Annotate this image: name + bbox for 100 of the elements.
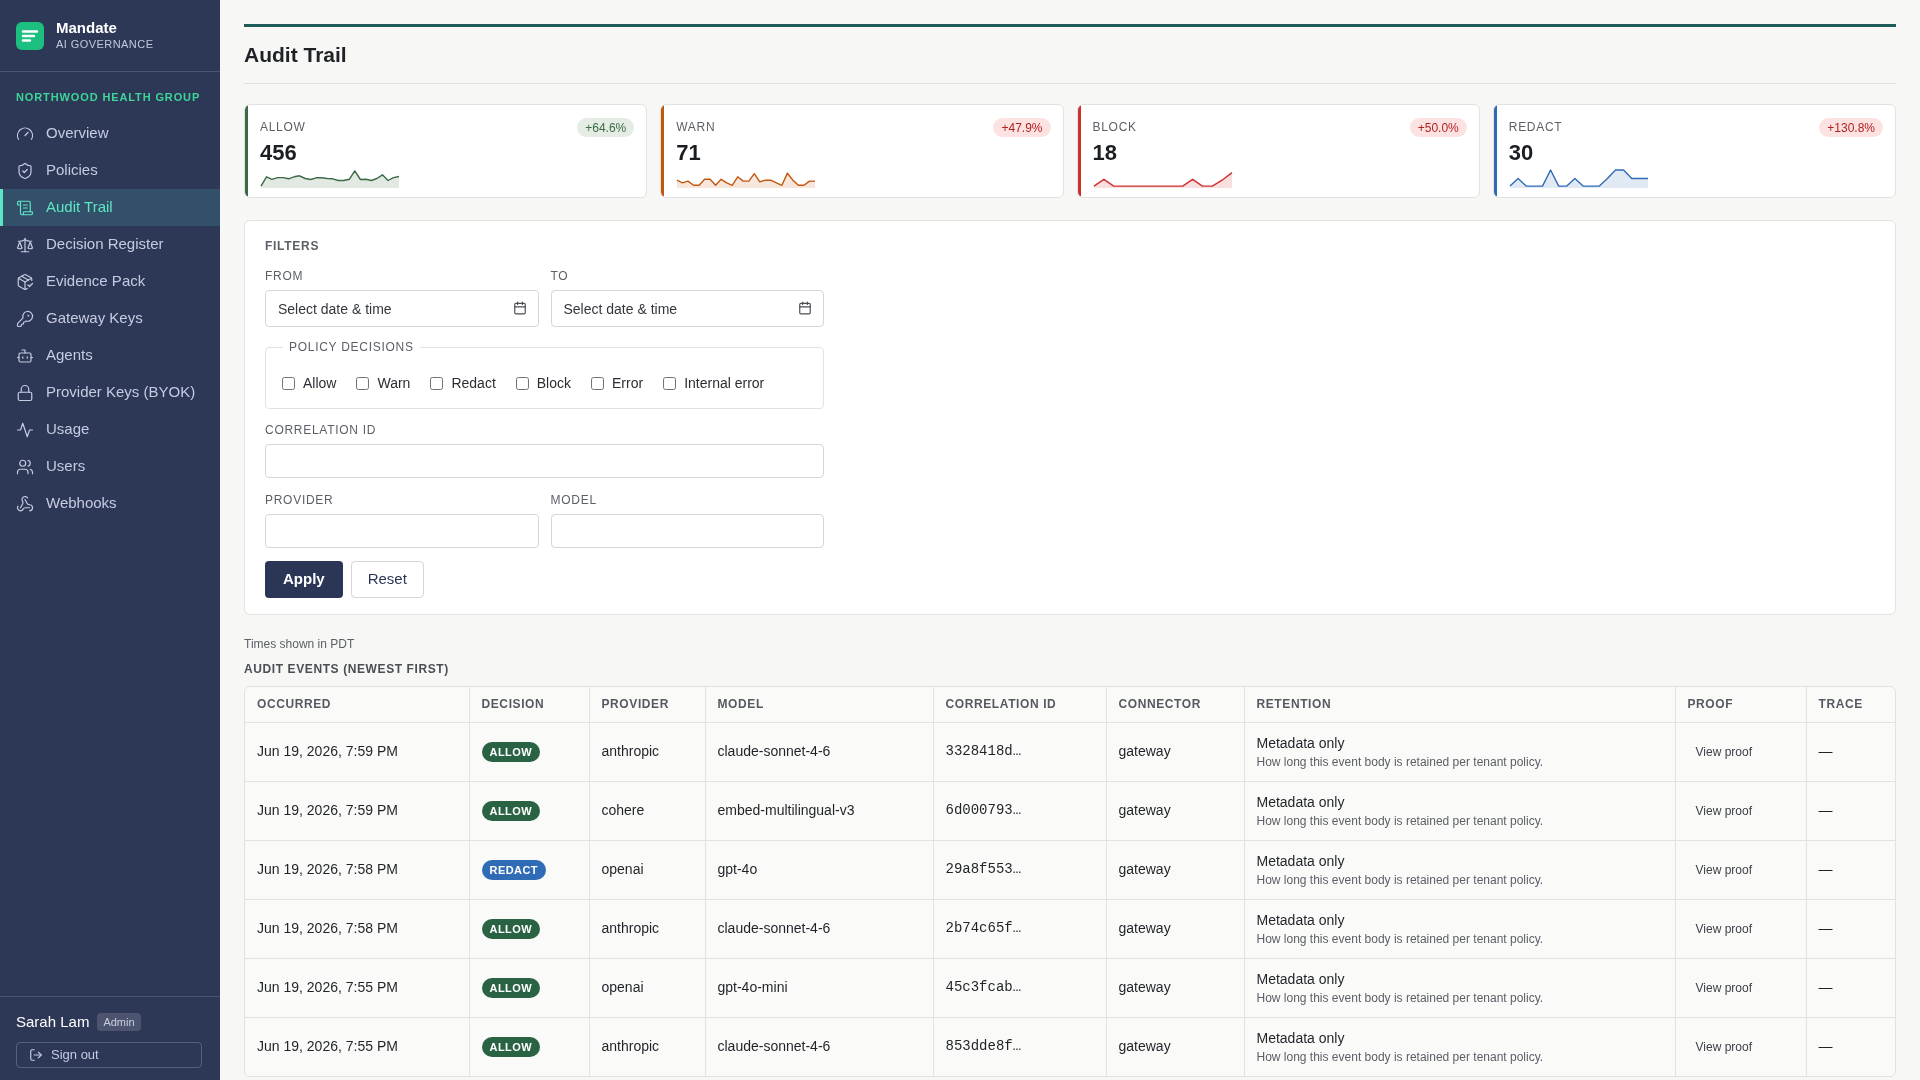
org-name: NORTHWOOD HEALTH GROUP: [15, 90, 202, 104]
checkbox[interactable]: [515, 377, 529, 390]
table-cell: —: [1806, 722, 1895, 781]
stat-value: 30: [1508, 139, 1535, 167]
view-proof-link[interactable]: View proof: [1687, 738, 1760, 765]
stat-value: 18: [1092, 139, 1118, 167]
webhook-icon: [16, 494, 34, 513]
column-header: CONNECTOR: [1106, 687, 1244, 722]
checkbox[interactable]: [591, 377, 604, 390]
checkbox-label: Error: [612, 374, 644, 393]
nav-item[interactable]: Evidence Pack: [0, 263, 220, 300]
key-icon: [16, 309, 34, 328]
decision-badge: ALLOW: [481, 978, 541, 999]
field-label: MODEL: [550, 492, 598, 508]
nav-item[interactable]: Overview: [0, 115, 220, 152]
table-cell: 2b74c65f…: [933, 899, 1106, 958]
table-cell: claude-sonnet-4-6: [705, 722, 933, 781]
text-field[interactable]: [265, 514, 539, 548]
table-cell: 853dde8f…: [933, 1017, 1106, 1076]
trend-badge: +64.6%: [577, 118, 635, 137]
view-proof-link[interactable]: View proof: [1687, 915, 1760, 942]
retention-title: Metadata only: [1256, 851, 1346, 870]
retention-note: How long this event body is retained per tenant policy.: [1256, 813, 1545, 829]
table-cell: Jun 19, 2026, 7:59 PM: [245, 781, 469, 840]
checkbox-label: Block: [536, 374, 571, 393]
field-label: TO: [550, 268, 570, 284]
nav-item[interactable]: Policies: [0, 152, 220, 189]
view-proof-link[interactable]: View proof: [1687, 974, 1760, 1001]
column-header: PROOF: [1675, 687, 1806, 722]
retention-title: Metadata only: [1256, 733, 1346, 752]
user-name: Sarah Lam: [16, 1011, 90, 1032]
checkbox[interactable]: [430, 377, 444, 390]
nav-item[interactable]: Decision Register: [0, 226, 220, 263]
table-cell: embed-multilingual-v3: [705, 781, 933, 840]
package-check-icon: [16, 272, 34, 291]
table-cell: gpt-4o: [705, 840, 933, 899]
nav-item[interactable]: Agents: [0, 337, 220, 374]
table-cell: claude-sonnet-4-6: [705, 1017, 933, 1076]
gauge-icon: [16, 124, 34, 143]
checkbox-label: Allow: [303, 374, 337, 393]
date-field[interactable]: Select date & time: [550, 290, 824, 327]
trend-badge: +47.9%: [993, 118, 1051, 137]
table-cell: anthropic: [589, 899, 705, 958]
nav-item[interactable]: Webhooks: [0, 485, 220, 522]
column-header: TRACE: [1806, 687, 1895, 722]
view-proof-link[interactable]: View proof: [1687, 856, 1760, 883]
table-cell: gateway: [1106, 1017, 1244, 1076]
sign-out-button[interactable]: Sign out: [16, 1042, 202, 1068]
calendar-icon: [512, 301, 527, 315]
nav-item[interactable]: Provider Keys (BYOK): [0, 374, 220, 411]
table-cell: gateway: [1106, 722, 1244, 781]
scales-icon: [16, 235, 34, 254]
reset-button[interactable]: Reset: [350, 561, 424, 598]
timezone-note: Times shown in PDT: [244, 636, 356, 652]
apply-button[interactable]: Apply: [265, 561, 343, 598]
stat-label: BLOCK: [1092, 119, 1137, 136]
table-cell: Jun 19, 2026, 7:55 PM: [245, 1017, 469, 1076]
checkbox[interactable]: [356, 377, 370, 390]
table-title: AUDIT EVENTS (NEWEST FIRST): [244, 661, 450, 677]
retention-note: How long this event body is retained per tenant policy.: [1256, 990, 1545, 1006]
retention-title: Metadata only: [1256, 792, 1346, 811]
view-proof-link[interactable]: View proof: [1687, 797, 1760, 824]
brand-name: Mandate: [56, 19, 118, 38]
nav-item[interactable]: Users: [0, 448, 220, 485]
table-cell: 45c3fcab…: [933, 958, 1106, 1017]
table-cell: —: [1806, 1017, 1895, 1076]
nav-item[interactable]: Usage: [0, 411, 220, 448]
stat-value: 71: [676, 139, 702, 167]
decision-badge: ALLOW: [481, 919, 541, 940]
table-cell: claude-sonnet-4-6: [705, 899, 933, 958]
column-header: RETENTION: [1244, 687, 1675, 722]
table-cell: Jun 19, 2026, 7:58 PM: [245, 899, 469, 958]
date-field[interactable]: Select date & time: [265, 290, 539, 327]
group-legend: POLICY DECISIONS: [283, 339, 420, 355]
text-field[interactable]: [550, 514, 824, 548]
nav-item[interactable]: Gateway Keys: [0, 300, 220, 337]
decision-badge: ALLOW: [481, 801, 541, 822]
view-proof-link[interactable]: View proof: [1687, 1033, 1760, 1060]
logo-icon: [16, 21, 44, 50]
retention-title: Metadata only: [1256, 1028, 1346, 1047]
table-cell: Jun 19, 2026, 7:59 PM: [245, 722, 469, 781]
column-header: PROVIDER: [589, 687, 705, 722]
column-header: CORRELATION ID: [933, 687, 1106, 722]
calendar-icon: [798, 301, 812, 315]
shield-check-icon: [16, 161, 34, 180]
text-field[interactable]: [265, 444, 824, 478]
field-label: PROVIDER: [265, 492, 335, 508]
decision-badge: ALLOW: [481, 742, 541, 763]
checkbox[interactable]: [663, 377, 677, 390]
retention-note: How long this event body is retained per tenant policy.: [1256, 1049, 1545, 1065]
decision-badge: REDACT: [481, 860, 546, 881]
table-cell: 6d000793…: [933, 781, 1106, 840]
column-header: DECISION: [469, 687, 589, 722]
users-icon: [16, 457, 34, 476]
retention-note: How long this event body is retained per tenant policy.: [1256, 754, 1545, 770]
nav-item[interactable]: Audit Trail: [0, 189, 220, 226]
table-cell: gateway: [1106, 840, 1244, 899]
lock-icon: [16, 383, 34, 402]
brand-tagline: AI GOVERNANCE: [56, 38, 154, 52]
checkbox[interactable]: [282, 377, 295, 390]
